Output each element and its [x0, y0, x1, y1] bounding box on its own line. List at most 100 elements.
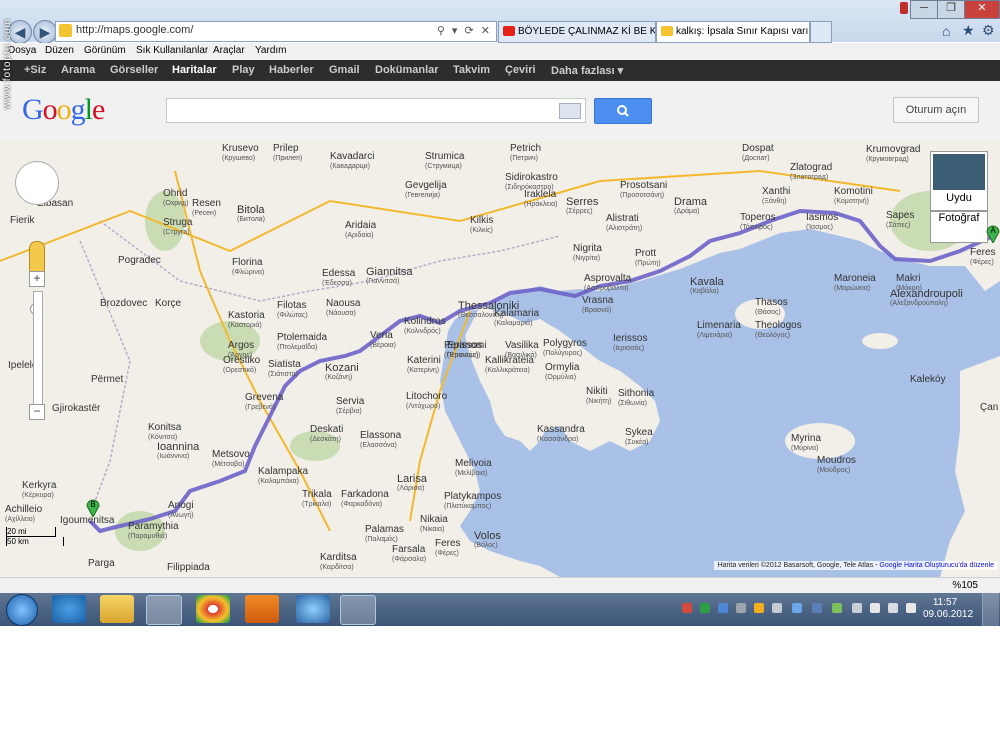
place-label[interactable]: Larisa (Λάρισα)	[397, 474, 427, 494]
place-label[interactable]: Ioannina (Ιωάννινα)	[157, 442, 199, 462]
shield-tray-icon[interactable]	[682, 603, 692, 613]
place-label[interactable]: Asprovalta (Ασπροβάλτα)	[584, 274, 631, 294]
place-label[interactable]: Brozdovec	[100, 299, 147, 309]
place-label[interactable]: Kalekóy	[910, 375, 946, 385]
zoom-in-button[interactable]: +	[29, 271, 45, 287]
search-input[interactable]	[166, 98, 586, 123]
place-label[interactable]: Ierissos (Ιερισσός)	[613, 334, 647, 354]
place-label[interactable]: Kalamaria (Καλαμαριά)	[494, 309, 539, 329]
place-label[interactable]: Strumica (Струмица)	[425, 152, 464, 172]
place-label[interactable]: Kavadarci (Кавадарци)	[330, 152, 374, 172]
signin-button[interactable]: Oturum açın	[893, 97, 979, 123]
place-label[interactable]: Çan	[980, 403, 998, 413]
place-label[interactable]: Elassona (Ελασσόνα)	[360, 431, 401, 451]
place-label[interactable]: Palamas (Παλαμάς)	[365, 525, 404, 545]
place-label[interactable]: Katerini (Κατερίνη)	[407, 356, 441, 376]
place-label[interactable]: Prosotsani (Προσοτσάνη)	[620, 181, 667, 201]
place-label[interactable]: Paramythia (Παραμυθιά)	[128, 522, 179, 542]
place-label[interactable]: Xanthi (Ξάνθη)	[762, 187, 790, 207]
place-label[interactable]: Alistrati (Αλιστράτη)	[606, 214, 642, 234]
chrome-icon[interactable]	[196, 595, 230, 623]
place-label[interactable]: Trikala (Τρίκαλα)	[302, 490, 332, 510]
place-label[interactable]: Bitola (Битола)	[237, 205, 265, 225]
gear-icon[interactable]: ⚙	[982, 22, 995, 39]
tray-icon[interactable]	[832, 603, 842, 613]
menu-help[interactable]: Yardım	[255, 45, 287, 56]
place-label[interactable]: Ohrid (Охрид)	[163, 189, 188, 209]
place-label[interactable]: Sapes (Σάπες)	[886, 211, 914, 231]
gbar-plus[interactable]: +Siz	[24, 64, 46, 76]
tray-icon[interactable]	[718, 603, 728, 613]
place-label[interactable]: Ptolemaida (Πτολεμαΐδα)	[277, 333, 327, 353]
new-tab-button[interactable]	[810, 21, 832, 43]
place-label[interactable]: Servia (Σέρβια)	[336, 397, 364, 417]
gbar-gmail[interactable]: Gmail	[329, 64, 360, 76]
place-label[interactable]: Përmet	[91, 375, 123, 385]
place-label[interactable]: Pogradec	[118, 256, 161, 266]
menu-view[interactable]: Görünüm	[84, 45, 126, 56]
ie-icon[interactable]	[146, 595, 182, 625]
volume-icon[interactable]	[870, 603, 880, 613]
system-clock[interactable]: 11:57 09.06.2012	[923, 597, 973, 621]
media-player-icon[interactable]	[245, 595, 279, 623]
tray-icon[interactable]	[852, 603, 862, 613]
place-label[interactable]: Kozani (Κοζάνη)	[325, 363, 359, 383]
remote-desktop-icon[interactable]	[340, 595, 376, 625]
place-label[interactable]: Karditsa (Καρδίτσα)	[320, 553, 357, 573]
place-label[interactable]: Korçe	[155, 299, 181, 309]
place-label[interactable]: Kallikrateia (Καλλικράτεια)	[485, 356, 534, 376]
place-label[interactable]: Nigrita (Νιγρίτα)	[573, 244, 602, 264]
place-label[interactable]: Petrich (Петрич)	[510, 144, 541, 164]
place-label[interactable]: Florina (Φλώρινα)	[232, 258, 264, 278]
gbar-search[interactable]: Arama	[61, 64, 95, 76]
address-actions-icon[interactable]: ⚲ ▾ ⟳ ✕	[437, 24, 492, 37]
close-window-button[interactable]: ✕	[964, 0, 1000, 19]
place-label[interactable]: Feres (Φέρες)	[970, 248, 996, 268]
network-icon[interactable]	[296, 595, 330, 623]
place-label[interactable]: Fierik	[10, 216, 34, 226]
place-label[interactable]: Epanomi (Επανομή)	[447, 341, 486, 361]
gbar-docs[interactable]: Dokümanlar	[375, 64, 439, 76]
place-label[interactable]: Theologos (Θεολόγος)	[755, 321, 802, 341]
tray-icon[interactable]	[772, 603, 782, 613]
place-label[interactable]: Metsovo (Μέτσοβο)	[212, 450, 250, 470]
menu-edit[interactable]: Düzen	[45, 45, 74, 56]
tray-icon[interactable]	[736, 603, 746, 613]
place-label[interactable]: Melivoia (Μελίβοια)	[455, 459, 492, 479]
place-label[interactable]: Iasmos (Ίασμος)	[806, 213, 838, 233]
place-label[interactable]: Toperos (Τόπειρος)	[740, 213, 776, 233]
place-label[interactable]: Orestiko (Ορεστικό)	[223, 356, 260, 376]
gbar-translate[interactable]: Çeviri	[505, 64, 536, 76]
place-label[interactable]: Gevgelija (Гевгелија)	[405, 181, 447, 201]
place-label[interactable]: Kastoria (Καστοριά)	[228, 311, 265, 331]
pegman-icon[interactable]	[29, 241, 45, 273]
power-icon[interactable]	[888, 603, 898, 613]
address-bar[interactable]: http://maps.google.com/ ⚲ ▾ ⟳ ✕	[55, 21, 497, 42]
tray-icon[interactable]	[812, 603, 822, 613]
place-label[interactable]: Anogi (Ανωγή)	[168, 501, 194, 521]
place-label[interactable]: Ormylia (Ορμύλια)	[545, 363, 579, 383]
place-label[interactable]: Maroneia (Μαρώνεια)	[834, 274, 876, 294]
place-label[interactable]: Kavala (Καβάλα)	[690, 277, 724, 297]
satellite-toggle[interactable]: Uydu	[930, 151, 988, 211]
place-label[interactable]: Kilkis (Κιλκίς)	[470, 216, 493, 236]
search-button[interactable]	[594, 98, 652, 124]
page-zoom-level[interactable]: %105	[952, 580, 978, 591]
show-desktop-button[interactable]	[982, 593, 999, 626]
place-label[interactable]: Feres (Φέρες)	[435, 539, 461, 559]
place-label[interactable]: Alexandroupoli (Αλεξανδρούπολη)	[890, 289, 963, 309]
place-label[interactable]: Dospat (Доспат)	[742, 144, 774, 164]
gbar-play[interactable]: Play	[232, 64, 255, 76]
place-label[interactable]: Zlatograd (Златоград)	[790, 163, 832, 183]
place-label[interactable]: Kerkyra (Κέρκυρα)	[22, 481, 56, 501]
place-label[interactable]: Aridaia (Αριδαία)	[345, 221, 376, 241]
gbar-more[interactable]: Daha fazlası ▾	[551, 64, 623, 77]
google-logo[interactable]: Google	[22, 93, 105, 127]
address-url[interactable]: http://maps.google.com/	[76, 24, 193, 36]
place-label[interactable]: Sithonia (Σιθωνία)	[618, 389, 654, 409]
zoom-out-button[interactable]: −	[29, 404, 45, 420]
place-label[interactable]: Resen (Ресен)	[192, 199, 221, 219]
place-label[interactable]: Serres (Σέρρες)	[566, 197, 598, 217]
place-label[interactable]: Gjirokastër	[52, 404, 100, 414]
tab-youtube[interactable]: BÖYLEDE ÇALINMAZ Kİ BE KA...	[498, 21, 656, 43]
